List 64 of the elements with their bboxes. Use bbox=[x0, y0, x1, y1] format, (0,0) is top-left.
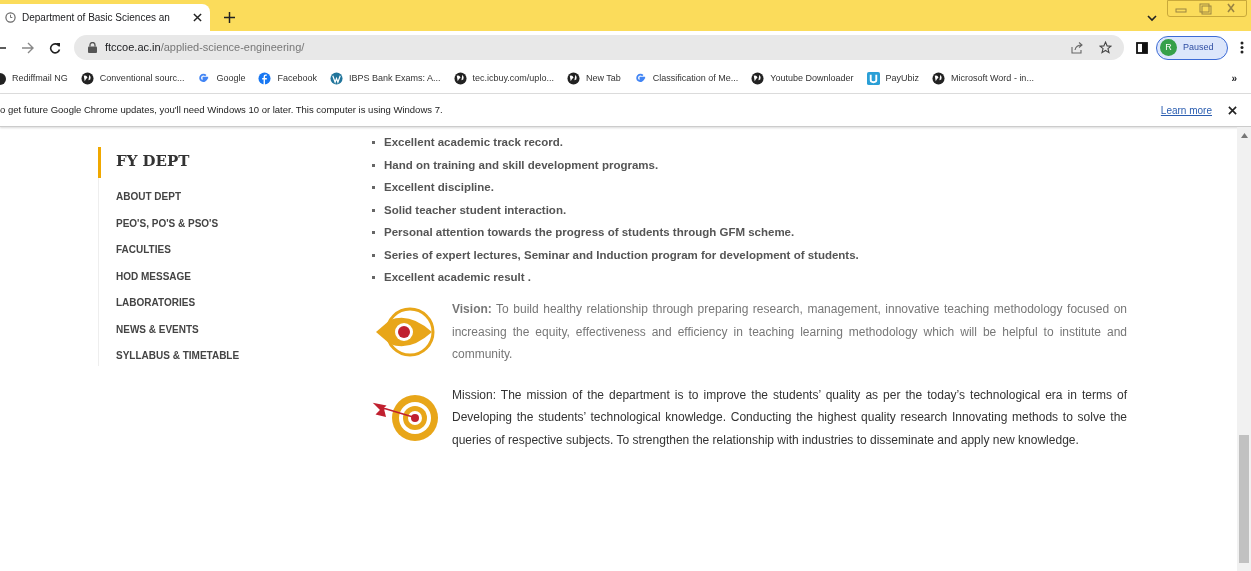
globe-icon bbox=[751, 72, 765, 85]
share-icon[interactable] bbox=[1071, 41, 1084, 54]
sidebar-link[interactable]: FACULTIES bbox=[116, 243, 298, 258]
google-icon bbox=[197, 72, 211, 85]
vision-statement: Vision: To build healthy relationship through preparing research, management, innovative teaching methodology focused on increasing the equity, effectiveness and efficiency in teaching learning methodology which will be helpful to institute and community. bbox=[452, 301, 1127, 363]
avatar: R bbox=[1160, 39, 1177, 56]
bookmark[interactable]: Rediffmail NG bbox=[0, 71, 68, 86]
reload-icon[interactable] bbox=[49, 41, 61, 54]
new-tab-icon[interactable] bbox=[224, 12, 235, 23]
bullet-text: Personal attention towards the progress of students through GFM scheme. bbox=[384, 225, 795, 240]
google-icon bbox=[633, 72, 647, 85]
bookmark[interactable]: IBPS Bank Exams: A... bbox=[329, 71, 441, 86]
bookmark[interactable]: Facebook bbox=[258, 71, 317, 86]
bullet-text: Solid teacher student interaction. bbox=[384, 202, 567, 218]
star-icon[interactable] bbox=[1099, 41, 1112, 54]
payubiz-icon bbox=[866, 72, 880, 85]
sidebar-link[interactable]: HOD MESSAGE bbox=[116, 269, 298, 284]
clock-icon bbox=[5, 12, 16, 23]
globe-icon bbox=[932, 72, 946, 85]
more-bookmarks[interactable]: » bbox=[1231, 71, 1237, 86]
close-icon[interactable] bbox=[193, 13, 202, 22]
sidebar-title: FY DEPT bbox=[116, 151, 190, 172]
bookmark[interactable]: Classification of Me... bbox=[633, 71, 739, 86]
sidebar-link[interactable]: ABOUT DEPT bbox=[116, 190, 298, 205]
wordpress-icon bbox=[329, 72, 343, 85]
bullet-text: Excellent discipline. bbox=[384, 180, 494, 195]
sidebar-accent bbox=[98, 147, 101, 178]
address-bar[interactable]: ftccoe.ac.in/applied-science-engineering/ bbox=[74, 35, 1124, 60]
profile-status: Paused bbox=[1183, 40, 1214, 54]
sidebar-link[interactable]: NEWS & EVENTS bbox=[116, 322, 298, 337]
bookmark[interactable]: Conventional sourc... bbox=[80, 71, 185, 86]
menu-icon[interactable] bbox=[1240, 41, 1244, 54]
update-message: o get future Google Chrome updates, you'll need Windows 10 or later. This computer is using Windows 7. bbox=[0, 102, 443, 117]
globe-icon bbox=[453, 72, 467, 85]
close-icon[interactable] bbox=[1228, 105, 1237, 115]
profile-button[interactable]: R Paused bbox=[1156, 35, 1228, 60]
sidebar-link[interactable]: SYLLABUS & TIMETABLE bbox=[116, 349, 298, 364]
lock-icon bbox=[88, 42, 97, 53]
bookmark[interactable]: PayUbiz bbox=[866, 71, 920, 86]
bookmark[interactable]: Google bbox=[197, 71, 246, 86]
bookmark[interactable]: Microsoft Word - in... bbox=[932, 71, 1034, 86]
bookmark[interactable]: Youtube Downloader bbox=[751, 71, 854, 86]
side-panel-icon[interactable] bbox=[1136, 41, 1148, 54]
bullet-text: Series of expert lectures, Seminar and Induction program for development of students. bbox=[384, 247, 859, 263]
browser-tab[interactable]: Department of Basic Sciences an bbox=[0, 4, 210, 31]
bullet-text: Excellent academic result . bbox=[384, 270, 532, 285]
site-icon bbox=[0, 72, 6, 85]
mission-statement: Mission: The mission of the department is to improve the students’ quality as per the today’s technological era in terms of Developing the students’ technological knowledge. Conducting the highest quality research Innovating methods to solve the queries of respective subjects. To strengthen the relationship with industries to disseminate and apply new knowledge. bbox=[452, 386, 1127, 449]
facebook-icon bbox=[258, 72, 272, 85]
bullet-text: Hand on training and skill development programs. bbox=[384, 157, 659, 173]
sidebar-link[interactable]: PEO'S, PO'S & PSO'S bbox=[116, 216, 298, 231]
bullet-text: Excellent academic track record. bbox=[384, 135, 563, 150]
url-text: ftccoe.ac.in/applied-science-engineering/ bbox=[105, 40, 305, 56]
scrollbar-thumb[interactable] bbox=[1239, 435, 1249, 563]
sidebar-link[interactable]: LABORATORIES bbox=[116, 296, 298, 311]
forward-icon[interactable] bbox=[22, 41, 34, 54]
tab-title: Department of Basic Sciences an bbox=[22, 11, 171, 25]
bookmark[interactable]: tec.icbuy.com/uplo... bbox=[453, 71, 554, 86]
scroll-up-icon[interactable] bbox=[1240, 133, 1248, 138]
chevron-down-icon[interactable] bbox=[1147, 15, 1157, 22]
globe-icon bbox=[80, 72, 94, 85]
globe-icon bbox=[566, 72, 580, 85]
learn-more-link[interactable]: Learn more bbox=[1160, 102, 1212, 118]
bookmark[interactable]: New Tab bbox=[566, 71, 621, 86]
